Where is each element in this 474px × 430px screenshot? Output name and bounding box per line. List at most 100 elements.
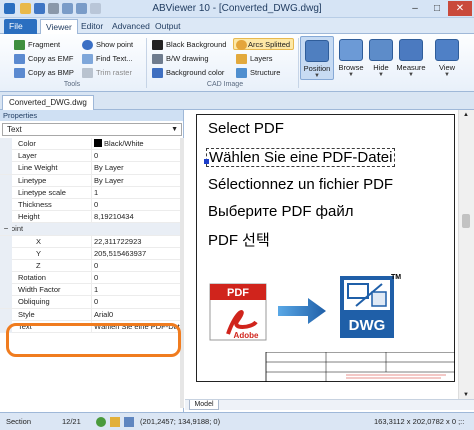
dwg-logo-text: DWG (349, 317, 386, 334)
status-page: 12/21 (62, 417, 81, 426)
document-tabs: Converted_DWG.dwg (0, 92, 474, 110)
property-name: Thickness (18, 199, 52, 209)
property-value[interactable]: 1 (91, 186, 180, 199)
property-value[interactable]: By Layer (91, 162, 180, 175)
drawing-text-line[interactable]: Select PDF (208, 120, 284, 137)
selection-grip[interactable] (204, 159, 209, 164)
arcs-splitted-button[interactable]: Arcs Splitted (233, 38, 295, 50)
property-row[interactable]: Rotation 0 (0, 272, 180, 285)
property-value[interactable]: 0 (91, 296, 180, 309)
tab-output[interactable]: Output (150, 19, 186, 34)
scroll-thumb[interactable] (462, 214, 470, 228)
property-value[interactable]: 0 (91, 150, 180, 163)
grid-icon[interactable] (124, 417, 134, 427)
window-title: ABViewer 10 - [Converted_DWG.dwg] (152, 3, 322, 14)
show-point-button[interactable]: Show point (82, 39, 133, 51)
properties-header: Properties (0, 110, 183, 121)
property-row-gutter (0, 150, 12, 163)
position-button[interactable]: Position ▼ (300, 36, 334, 80)
property-value[interactable]: 0 (91, 198, 180, 211)
tab-model[interactable]: Model (189, 400, 219, 410)
property-row[interactable]: Style Arial0 (0, 308, 180, 321)
highlight-annotation (6, 323, 181, 357)
property-value[interactable]: By Layer (91, 174, 180, 187)
view-button[interactable]: View ▼ (430, 36, 464, 80)
tab-viewer[interactable]: Viewer (40, 19, 78, 34)
drawing-text-line[interactable]: Sélectionnez un fichier PDF (208, 176, 393, 193)
find-text-button[interactable]: Find Text... (82, 53, 133, 65)
drawing-text-line[interactable]: Выберите PDF файл (208, 203, 353, 220)
fragment-icon (14, 40, 25, 50)
property-row[interactable]: Width Factor 1 (0, 284, 180, 297)
zoom-icon[interactable] (96, 417, 106, 427)
property-row-gutter (0, 247, 12, 260)
property-grid: Color Black/White Layer 0 Line Weight By Laye… (0, 138, 180, 333)
property-value[interactable]: 205,515463937 (91, 247, 180, 260)
property-name: Color (18, 139, 36, 148)
property-name: Linetype scale (18, 187, 66, 197)
property-value[interactable]: Black/White (91, 138, 180, 150)
property-row[interactable]: Thickness 0 (0, 198, 180, 212)
property-row[interactable]: Y 205,515463937 (0, 247, 180, 260)
property-row[interactable]: Line Weight By Layer (0, 162, 180, 175)
tab-advanced[interactable]: Advanced (107, 19, 155, 34)
property-row[interactable]: Linetype scale 1 (0, 186, 180, 199)
copy-as-bmp-button[interactable]: Copy as BMP (14, 67, 74, 79)
property-row[interactable]: Height 8,19210434 (0, 211, 180, 224)
snap-icon[interactable] (110, 417, 120, 427)
background-color-button[interactable]: Background color (152, 67, 224, 79)
property-row[interactable]: X 22,311722923 (0, 235, 180, 248)
scroll-up-icon[interactable]: ▲ (463, 112, 469, 118)
property-name: Y (36, 248, 42, 258)
object-type-select[interactable]: Text ▼ (2, 123, 182, 136)
property-value[interactable]: 8,19210434 (91, 211, 180, 224)
layout-tabs: Model (185, 399, 474, 410)
structure-button[interactable]: Structure (236, 67, 280, 79)
property-value[interactable]: 0 (91, 272, 180, 285)
adobe-logo-text: Adobe (234, 331, 259, 340)
drawing-text-line-selected[interactable]: Wählen Sie eine PDF-Datei (206, 148, 396, 167)
property-row[interactable]: Color Black/White (0, 138, 180, 151)
chevron-down-icon: ▼ (314, 73, 320, 79)
copy-as-emf-button[interactable]: Copy as EMF (14, 53, 73, 65)
collapse-icon: − (0, 223, 12, 236)
property-row[interactable]: Obliquing 0 (0, 296, 180, 309)
properties-scrollbar[interactable] (180, 138, 184, 408)
scroll-down-icon[interactable]: ▼ (463, 392, 469, 398)
hide-button[interactable]: Hide ▼ (364, 36, 398, 80)
status-drawing-size: 163,3112 x 202,0782 x 0 ;:: (374, 417, 465, 426)
chevron-down-icon: ▼ (444, 72, 450, 78)
fragment-button[interactable]: Fragment (14, 39, 60, 51)
property-row[interactable]: Point − (0, 223, 180, 236)
pdf-logo: PDF Adobe (209, 283, 267, 341)
browse-button[interactable]: Browse ▼ (334, 36, 368, 80)
measure-button[interactable]: Measure ▼ (394, 36, 428, 80)
property-value[interactable]: Arial0 (91, 308, 180, 321)
property-name: Point (0, 223, 180, 236)
vertical-scrollbar[interactable]: ▲ ▼ (458, 110, 474, 400)
dwg-logo: DWG TM (340, 274, 401, 338)
arcs-splitted-icon (236, 40, 247, 50)
property-value[interactable]: 0 (91, 259, 180, 272)
tab-editor[interactable]: Editor (76, 19, 108, 34)
maximize-button[interactable]: □ (426, 1, 448, 16)
property-row[interactable]: Z0 (0, 259, 180, 273)
close-button[interactable]: ✕ (448, 1, 472, 16)
property-row[interactable]: Linetype By Layer (0, 174, 180, 187)
title-block (265, 352, 455, 382)
trim-raster-button[interactable]: Trim raster (82, 67, 132, 79)
chevron-down-icon: ▼ (171, 126, 178, 133)
tab-file[interactable]: File (4, 19, 37, 34)
property-row[interactable]: Layer 0 (0, 150, 180, 163)
property-value[interactable]: 22,311722923 (91, 235, 180, 248)
property-value[interactable]: 1 (91, 284, 180, 297)
minimize-button[interactable]: – (404, 1, 426, 16)
chevron-down-icon: ▼ (408, 72, 414, 78)
drawing-text-line[interactable]: PDF 선택 (208, 229, 270, 250)
property-name: Z (36, 260, 41, 270)
property-row-gutter (0, 308, 12, 321)
bw-drawing-button[interactable]: B/W drawing (152, 53, 209, 65)
layers-button[interactable]: Layers (236, 53, 273, 65)
document-tab[interactable]: Converted_DWG.dwg (2, 95, 94, 110)
black-background-button[interactable]: Black Background (152, 39, 226, 51)
